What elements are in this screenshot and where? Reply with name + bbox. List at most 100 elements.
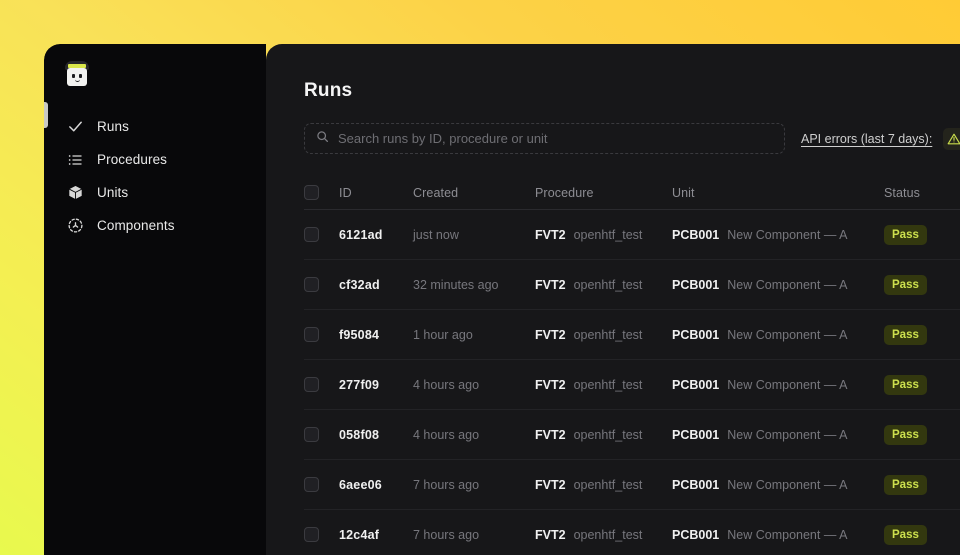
cell-status: Pass	[884, 424, 960, 445]
column-header-unit[interactable]: Unit	[672, 186, 884, 200]
row-checkbox[interactable]	[304, 527, 319, 542]
cell-created: 7 hours ago	[413, 528, 535, 542]
procedure-name: openhtf_test	[573, 477, 643, 492]
cell-unit: PCB001 New Component — A	[672, 528, 884, 542]
cell-status: Pass	[884, 474, 960, 495]
cell-status: Pass	[884, 274, 960, 295]
sidebar-item-runs[interactable]: Runs	[44, 110, 266, 143]
status-badge: Pass	[884, 424, 927, 445]
unit-code: PCB001	[672, 277, 720, 292]
row-checkbox[interactable]	[304, 227, 319, 242]
table-header-row: ID Created Procedure Unit Status	[304, 176, 960, 210]
column-header-procedure[interactable]: Procedure	[535, 186, 672, 200]
table-row[interactable]: 12c4af 7 hours ago FVT2 openhtf_test PCB001 N…	[304, 510, 960, 555]
select-all-checkbox[interactable]	[304, 185, 319, 200]
column-header-created[interactable]: Created	[413, 186, 535, 200]
row-checkbox[interactable]	[304, 477, 319, 492]
run-created: 7 hours ago	[413, 527, 480, 542]
row-checkbox[interactable]	[304, 327, 319, 342]
robot-cap-logo	[64, 61, 90, 87]
procedure-code: FVT2	[535, 477, 566, 492]
table-row[interactable]: cf32ad 32 minutes ago FVT2 openhtf_test PCB0…	[304, 260, 960, 310]
cell-id: 6aee06	[339, 478, 413, 492]
unit-name: New Component — A	[727, 427, 848, 442]
cell-created: 7 hours ago	[413, 478, 535, 492]
sidebar-item-procedures[interactable]: Procedures	[44, 143, 266, 176]
row-select-cell	[304, 277, 339, 292]
table-row[interactable]: 6aee06 7 hours ago FVT2 openhtf_test PCB001 N…	[304, 460, 960, 510]
run-created: 7 hours ago	[413, 477, 480, 492]
logo-right-eye	[79, 74, 82, 78]
sidebar: Runs Procedures Units Components	[44, 44, 266, 555]
cell-id: 12c4af	[339, 528, 413, 542]
cell-procedure: FVT2 openhtf_test	[535, 428, 672, 442]
procedure-code: FVT2	[535, 427, 566, 442]
procedure-name: openhtf_test	[573, 277, 643, 292]
unit-name: New Component — A	[727, 227, 848, 242]
api-errors-link[interactable]: API errors (last 7 days):	[801, 132, 932, 146]
run-created: 32 minutes ago	[413, 277, 499, 292]
sidebar-item-components[interactable]: Components	[44, 209, 266, 242]
cell-unit: PCB001 New Component — A	[672, 278, 884, 292]
warning-triangle-icon[interactable]	[943, 127, 960, 150]
search-input-wrapper[interactable]	[304, 123, 785, 154]
status-badge: Pass	[884, 274, 927, 295]
runs-table: ID Created Procedure Unit Status 6121ad j…	[304, 176, 960, 555]
procedure-code: FVT2	[535, 327, 566, 342]
search-row: API errors (last 7 days):	[304, 123, 960, 154]
cell-unit: PCB001 New Component — A	[672, 478, 884, 492]
run-created: 1 hour ago	[413, 327, 473, 342]
unit-code: PCB001	[672, 527, 720, 542]
run-created: 4 hours ago	[413, 427, 480, 442]
run-id: f95084	[339, 327, 380, 342]
column-header-id[interactable]: ID	[339, 186, 413, 200]
main-content: Runs API errors (last 7 days): I	[266, 44, 960, 555]
cell-unit: PCB001 New Component — A	[672, 228, 884, 242]
procedure-code: FVT2	[535, 227, 566, 242]
run-id: 277f09	[339, 377, 380, 392]
unit-name: New Component — A	[727, 327, 848, 342]
table-row[interactable]: 277f09 4 hours ago FVT2 openhtf_test PCB001 N…	[304, 360, 960, 410]
run-id: 6aee06	[339, 477, 382, 492]
unit-code: PCB001	[672, 427, 720, 442]
logo-mouth	[75, 79, 80, 82]
search-input[interactable]	[338, 131, 773, 146]
row-checkbox[interactable]	[304, 427, 319, 442]
cell-created: 32 minutes ago	[413, 278, 535, 292]
cell-procedure: FVT2 openhtf_test	[535, 278, 672, 292]
table-row[interactable]: f95084 1 hour ago FVT2 openhtf_test PCB001 Ne…	[304, 310, 960, 360]
page-title: Runs	[304, 80, 353, 101]
cell-status: Pass	[884, 324, 960, 345]
cell-unit: PCB001 New Component — A	[672, 328, 884, 342]
cell-created: 4 hours ago	[413, 428, 535, 442]
cell-procedure: FVT2 openhtf_test	[535, 528, 672, 542]
column-header-status[interactable]: Status	[884, 186, 960, 200]
cell-status: Pass	[884, 374, 960, 395]
status-badge: Pass	[884, 224, 927, 245]
row-select-cell	[304, 427, 339, 442]
cell-procedure: FVT2 openhtf_test	[535, 228, 672, 242]
logo-head-shape	[67, 68, 87, 86]
unit-name: New Component — A	[727, 377, 848, 392]
select-all-cell	[304, 185, 339, 200]
unit-name: New Component — A	[727, 527, 848, 542]
cell-id: 058f08	[339, 428, 413, 442]
sidebar-nav: Runs Procedures Units Components	[44, 110, 266, 242]
cell-id: 277f09	[339, 378, 413, 392]
procedure-name: openhtf_test	[573, 377, 643, 392]
table-row[interactable]: 058f08 4 hours ago FVT2 openhtf_test PCB001 N…	[304, 410, 960, 460]
run-id: 12c4af	[339, 527, 380, 542]
table-body: 6121ad just now FVT2 openhtf_test PCB001 New …	[304, 210, 960, 555]
api-errors-group: API errors (last 7 days):	[801, 127, 960, 150]
unit-name: New Component — A	[727, 477, 848, 492]
sidebar-item-units[interactable]: Units	[44, 176, 266, 209]
row-checkbox[interactable]	[304, 277, 319, 292]
procedure-name: openhtf_test	[573, 527, 643, 542]
row-checkbox[interactable]	[304, 377, 319, 392]
table-row[interactable]: 6121ad just now FVT2 openhtf_test PCB001 New …	[304, 210, 960, 260]
status-badge: Pass	[884, 324, 927, 345]
cell-procedure: FVT2 openhtf_test	[535, 328, 672, 342]
cell-unit: PCB001 New Component — A	[672, 378, 884, 392]
unit-name: New Component — A	[727, 277, 848, 292]
procedure-code: FVT2	[535, 527, 566, 542]
